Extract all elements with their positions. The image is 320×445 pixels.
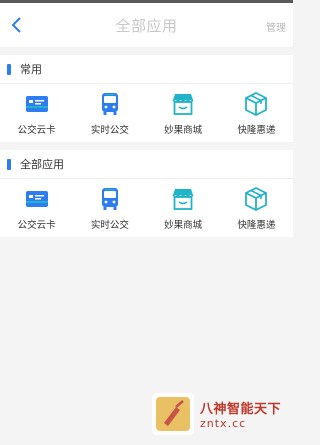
section-header: 全部应用 xyxy=(0,150,293,179)
header: 全部应用 管理 xyxy=(0,3,293,47)
app-label: 公交云卡 xyxy=(17,219,56,231)
app-label: 公交云卡 xyxy=(17,124,56,136)
bus-card-icon xyxy=(25,95,48,112)
bus-icon xyxy=(101,92,118,115)
app-realtime-bus[interactable]: 实时公交 xyxy=(73,186,146,231)
watermark-logo xyxy=(152,393,194,435)
watermark-url: zntx.cc xyxy=(200,417,247,430)
section-title: 全部应用 xyxy=(20,158,64,171)
watermark-text: 八神智能天下 zntx.cc xyxy=(200,398,281,430)
bus-card-icon xyxy=(25,190,48,207)
watermark-title: 八神智能天下 xyxy=(200,402,282,417)
app-shop[interactable]: 妙果商城 xyxy=(147,91,220,136)
package-icon xyxy=(245,91,268,116)
app-grid: 公交云卡 实时公交 妙果商城 快隆惠递 xyxy=(0,179,293,237)
app-grid: 公交云卡 实时公交 妙果商城 快隆惠递 xyxy=(0,84,293,142)
app-label: 实时公交 xyxy=(90,219,129,231)
page-title: 全部应用 xyxy=(115,16,178,35)
section-frequent: 常用 公交云卡 实时公交 妙果商城 快隆惠递 xyxy=(0,55,293,142)
app-bus-card[interactable]: 公交云卡 xyxy=(0,186,73,231)
app-label: 妙果商城 xyxy=(164,219,203,231)
app-label: 妙果商城 xyxy=(164,124,203,136)
manage-button[interactable]: 管理 xyxy=(266,19,286,34)
app-label: 实时公交 xyxy=(90,124,129,136)
app-express[interactable]: 快隆惠递 xyxy=(220,186,293,231)
app-shop[interactable]: 妙果商城 xyxy=(147,186,220,231)
broom-icon xyxy=(156,397,190,431)
section-title: 常用 xyxy=(20,63,42,76)
app-express[interactable]: 快隆惠递 xyxy=(220,91,293,136)
shop-icon xyxy=(172,93,194,115)
shop-icon xyxy=(172,188,194,210)
section-header: 常用 xyxy=(0,55,293,84)
app-label: 快隆惠递 xyxy=(237,124,276,136)
section-all-apps: 全部应用 公交云卡 实时公交 妙果商城 快隆惠递 xyxy=(0,150,293,237)
section-marker xyxy=(7,63,11,75)
bus-icon xyxy=(101,187,118,210)
app-bus-card[interactable]: 公交云卡 xyxy=(0,91,73,136)
package-icon xyxy=(245,186,268,211)
section-marker xyxy=(7,158,11,170)
watermark: 八神智能天下 zntx.cc xyxy=(152,392,288,436)
back-arrow-icon[interactable] xyxy=(8,15,26,35)
app-realtime-bus[interactable]: 实时公交 xyxy=(73,91,146,136)
app-label: 快隆惠递 xyxy=(237,219,276,231)
